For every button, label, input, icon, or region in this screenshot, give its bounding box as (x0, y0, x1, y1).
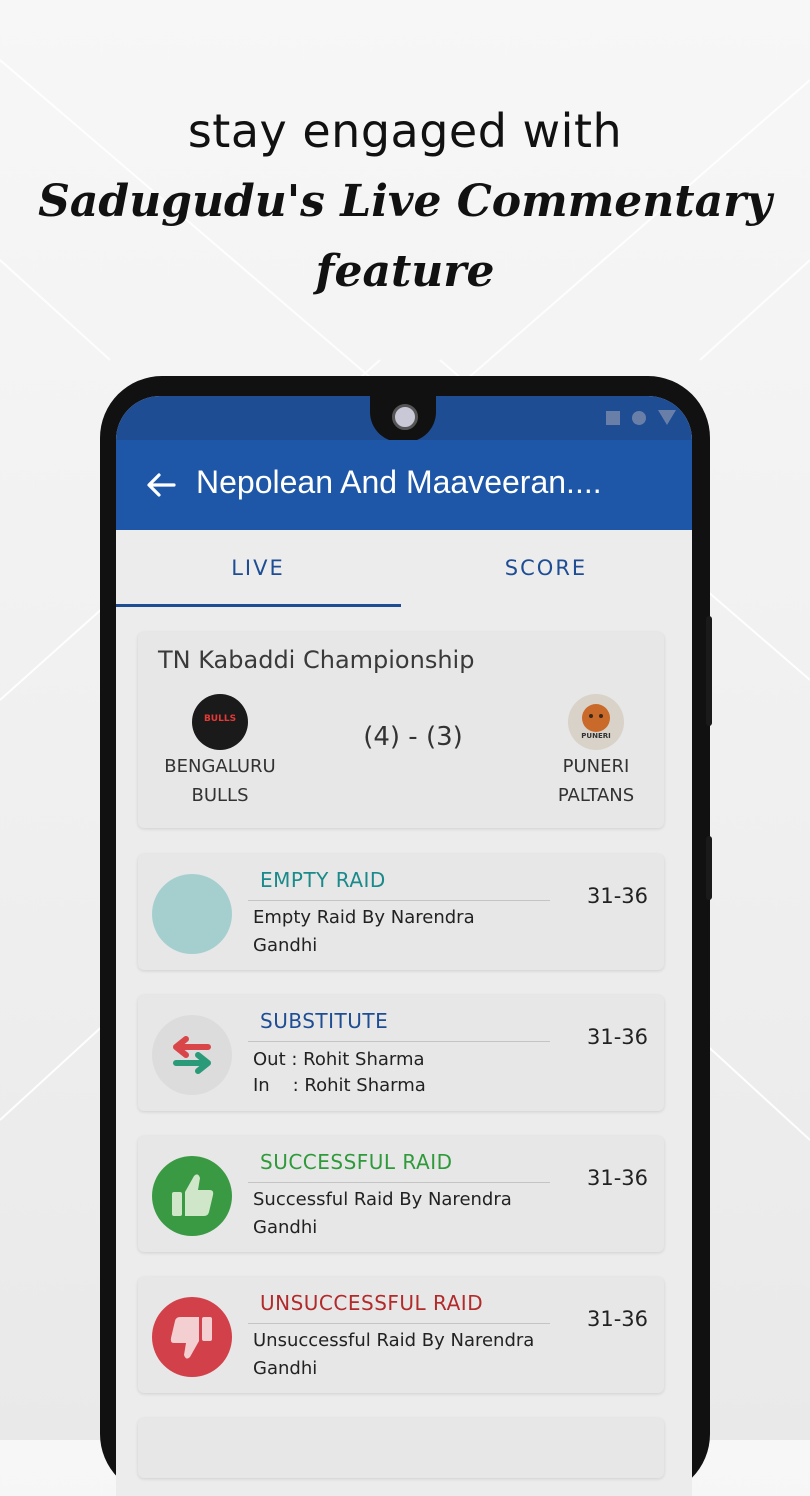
thumbs-down-icon (152, 1297, 232, 1377)
divider (248, 900, 550, 901)
event-type: UNSUCCESSFUL RAID (260, 1291, 484, 1315)
active-tab-indicator (116, 604, 401, 607)
app-bar: Nepolean And Maaveeran.... (116, 440, 692, 530)
commentary-item-partial[interactable] (138, 1418, 664, 1478)
back-nav-icon (658, 410, 676, 425)
puneri-paltans-logo: PUNERI (568, 694, 624, 750)
tab-bar: LIVE SCORE (116, 530, 692, 608)
commentary-item[interactable]: SUCCESSFUL RAID Successful Raid By Naren… (138, 1136, 664, 1252)
commentary-item[interactable]: EMPTY RAID Empty Raid By Narendra Gandhi… (138, 854, 664, 970)
tournament-name: TN Kabaddi Championship (158, 646, 475, 674)
tab-live[interactable]: LIVE (116, 530, 400, 606)
empty-circle-icon (152, 874, 232, 954)
event-score: 31-36 (586, 1166, 648, 1190)
promo-tagline-end: feature (315, 246, 495, 297)
phone-side-button (706, 616, 712, 726)
match-score: (4) - (3) (363, 722, 463, 752)
divider (248, 1041, 550, 1042)
front-camera (392, 404, 418, 430)
team-b-name: PUNERI PALTANS (557, 756, 635, 806)
event-description: Unsuccessful Raid By Narendra Gandhi (253, 1330, 535, 1379)
event-type: SUCCESSFUL RAID (260, 1150, 453, 1174)
event-score: 31-36 (586, 1025, 648, 1049)
swap-arrows-icon (152, 1015, 232, 1095)
event-description: Successful Raid By Narendra Gandhi (253, 1189, 512, 1238)
divider (248, 1323, 550, 1324)
arrow-left-icon[interactable] (144, 468, 178, 502)
event-description: Out : Rohit Sharma In : Rohit Sharma (253, 1049, 426, 1096)
event-score: 31-36 (586, 1307, 648, 1331)
event-description: Empty Raid By Narendra Gandhi (253, 907, 475, 956)
bengaluru-bulls-logo: BULLS (192, 694, 248, 750)
divider (248, 1182, 550, 1183)
promo-headline: stay engaged with (187, 104, 623, 158)
team-a-name: BENGALURU BULLS (164, 756, 276, 806)
phone-screen: Nepolean And Maaveeran.... LIVE SCORE TN… (116, 396, 692, 1496)
event-type: SUBSTITUTE (260, 1009, 389, 1033)
page-title: Nepolean And Maaveeran.... (196, 464, 602, 500)
match-card[interactable]: TN Kabaddi Championship BULLS PUNERI BEN… (138, 632, 664, 828)
promo-tagline: Sadugudu's Live Commentary (38, 176, 772, 227)
commentary-item[interactable]: UNSUCCESSFUL RAID Unsuccessful Raid By N… (138, 1277, 664, 1393)
thumbs-up-icon (152, 1156, 232, 1236)
phone-power-button (706, 836, 712, 900)
home-icon (632, 410, 646, 425)
tab-score[interactable]: SCORE (408, 530, 684, 606)
event-type: EMPTY RAID (260, 868, 386, 892)
recents-icon (606, 410, 620, 425)
commentary-item[interactable]: SUBSTITUTE Out : Rohit Sharma In : Rohit… (138, 995, 664, 1111)
event-score: 31-36 (586, 884, 648, 908)
